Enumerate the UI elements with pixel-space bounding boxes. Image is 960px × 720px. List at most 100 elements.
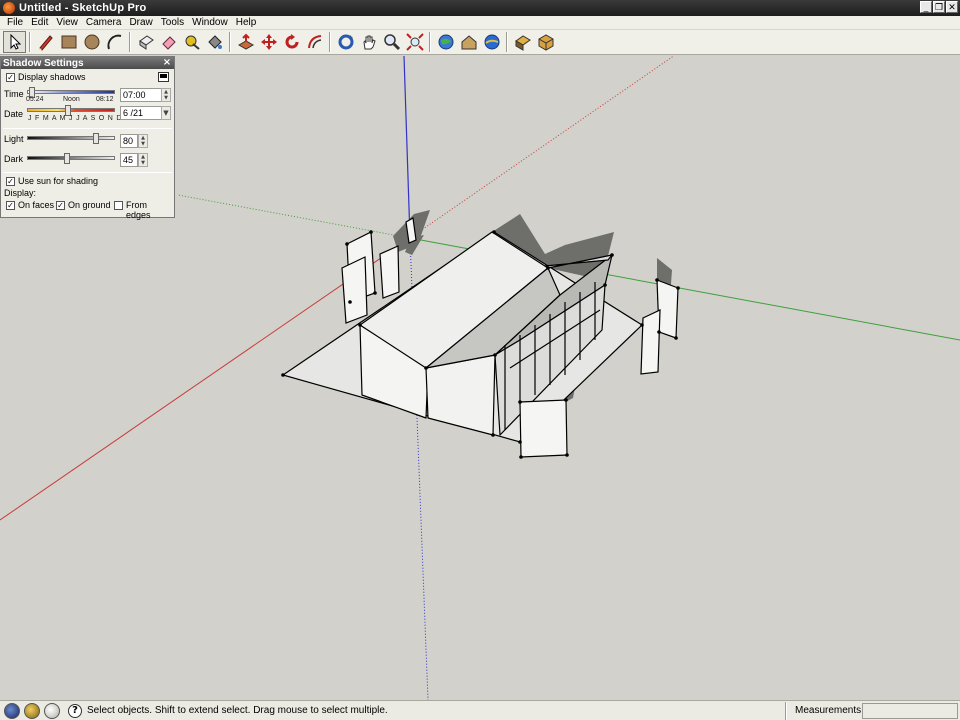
arc-tool-button[interactable]	[103, 31, 126, 53]
toolbar	[0, 30, 960, 55]
paint-bucket-button[interactable]	[203, 31, 226, 53]
get-photo-textures-button[interactable]	[511, 31, 534, 53]
tape-measure-icon	[185, 35, 200, 50]
credits-icon[interactable]	[24, 702, 40, 719]
time-max-label: 08:12	[96, 96, 114, 103]
eraser-icon	[161, 36, 176, 50]
date-input[interactable]: 6 /21	[120, 106, 162, 120]
minimize-button[interactable]: _	[920, 1, 932, 13]
arc-icon	[106, 34, 121, 50]
date-months-label: J F M A M J J A S O N D	[28, 115, 123, 122]
rectangle-tool-button[interactable]	[57, 31, 80, 53]
use-sun-checkbox[interactable]: ✓	[6, 177, 15, 186]
panel-divider	[3, 128, 172, 129]
menu-window[interactable]: Window	[188, 17, 232, 28]
offset-tool-button[interactable]	[303, 31, 326, 53]
on-ground-checkbox[interactable]: ✓	[56, 201, 65, 210]
menu-help[interactable]: Help	[232, 17, 261, 28]
menu-camera[interactable]: Camera	[82, 17, 126, 28]
light-slider-track[interactable]	[27, 136, 115, 140]
select-tool-button[interactable]	[3, 31, 26, 53]
status-message: Select objects. Shift to extend select. …	[87, 705, 388, 716]
menu-view[interactable]: View	[52, 17, 82, 28]
components-box-icon	[538, 34, 553, 51]
menu-draw[interactable]: Draw	[125, 17, 156, 28]
user-icon[interactable]	[44, 702, 60, 719]
preview-google-earth-button[interactable]	[480, 31, 503, 53]
eraser-tool-button[interactable]	[157, 31, 180, 53]
earth-icon	[484, 34, 499, 50]
magnifier-icon	[383, 34, 400, 51]
light-slider-thumb[interactable]	[92, 133, 99, 144]
blue-axis-line	[403, 56, 411, 239]
green-axis-hidden-line	[177, 194, 411, 239]
geo-location-icon[interactable]	[4, 702, 20, 719]
push-pull-icon	[237, 33, 254, 50]
status-divider	[785, 702, 787, 720]
menu-tools[interactable]: Tools	[157, 17, 188, 28]
display-label: Display:	[4, 188, 37, 198]
time-input[interactable]: 07:00	[120, 88, 162, 102]
circle-tool-button[interactable]	[80, 31, 103, 53]
zoom-tool-button[interactable]	[380, 31, 403, 53]
panel-close-icon[interactable]: ×	[162, 57, 172, 68]
house-share-icon	[461, 35, 476, 50]
push-pull-button[interactable]	[234, 31, 257, 53]
photo-texture-icon	[514, 35, 531, 51]
use-sun-label: Use sun for shading	[18, 176, 99, 186]
on-faces-checkbox[interactable]: ✓	[6, 201, 15, 210]
title-bar: Untitled - SketchUp Pro _ ❐ ✕	[0, 0, 960, 16]
offset-icon	[307, 35, 321, 49]
zoom-extents-button[interactable]	[403, 31, 426, 53]
arrow-cursor-icon	[10, 33, 21, 50]
time-noon-label: Noon	[63, 96, 80, 103]
shadow-panel-title: Shadow Settings	[3, 57, 84, 69]
dark-spinner-icon[interactable]: ▲ ▼	[138, 153, 148, 167]
tape-measure-button[interactable]	[180, 31, 203, 53]
zoom-extents-icon	[405, 33, 424, 51]
display-shadows-checkbox[interactable]: ✓	[6, 73, 15, 82]
make-component-button[interactable]	[134, 31, 157, 53]
measurements-input[interactable]	[862, 703, 958, 719]
rotate-icon	[285, 34, 298, 49]
rotate-tool-button[interactable]	[280, 31, 303, 53]
shadow-panel-titlebar[interactable]: Shadow Settings ×	[1, 57, 174, 69]
date-dropdown-icon[interactable]: ▼	[161, 106, 171, 120]
get-models-button[interactable]	[434, 31, 457, 53]
dark-slider-thumb[interactable]	[63, 153, 70, 164]
move-tool-button[interactable]	[257, 31, 280, 53]
line-tool-button[interactable]	[34, 31, 57, 53]
components-button[interactable]	[534, 31, 557, 53]
collapse-details-icon[interactable]	[158, 72, 169, 82]
menu-file[interactable]: File	[3, 17, 27, 28]
light-input[interactable]: 80	[120, 134, 138, 148]
shadow-settings-panel: Shadow Settings × ✓ Display shadows Time…	[0, 56, 175, 220]
restore-button[interactable]: ❐	[933, 1, 945, 13]
orbit-tool-button[interactable]	[334, 31, 357, 53]
measurements-label: Measurements	[795, 705, 862, 716]
status-bar: ? Select objects. Shift to extend select…	[0, 700, 960, 720]
time-slider-track[interactable]	[27, 90, 115, 94]
light-spinner-icon[interactable]: ▲ ▼	[138, 134, 148, 148]
date-slider-track[interactable]	[27, 108, 115, 112]
help-icon[interactable]: ?	[68, 703, 82, 718]
menu-bar: File Edit View Camera Draw Tools Window …	[0, 16, 960, 30]
on-faces-label: On faces	[18, 200, 55, 210]
from-edges-checkbox[interactable]	[114, 201, 123, 210]
window-controls: _ ❐ ✕	[920, 1, 958, 13]
globe-icon	[438, 34, 453, 50]
share-model-button[interactable]	[457, 31, 480, 53]
hand-icon	[362, 35, 376, 50]
toolbar-separator	[129, 32, 131, 52]
rectangle-icon	[61, 35, 76, 49]
menu-edit[interactable]: Edit	[27, 17, 52, 28]
pan-tool-button[interactable]	[357, 31, 380, 53]
dark-input[interactable]: 45	[120, 153, 138, 167]
paint-bucket-icon	[207, 35, 222, 49]
time-spinner-icon[interactable]: ▲ ▼	[161, 88, 171, 102]
panel-divider	[3, 172, 172, 173]
close-button[interactable]: ✕	[946, 1, 958, 13]
sketchup-window: Untitled - SketchUp Pro _ ❐ ✕ File Edit …	[0, 0, 960, 720]
from-edges-label: From edges	[126, 200, 151, 220]
dark-slider-track[interactable]	[27, 156, 115, 160]
